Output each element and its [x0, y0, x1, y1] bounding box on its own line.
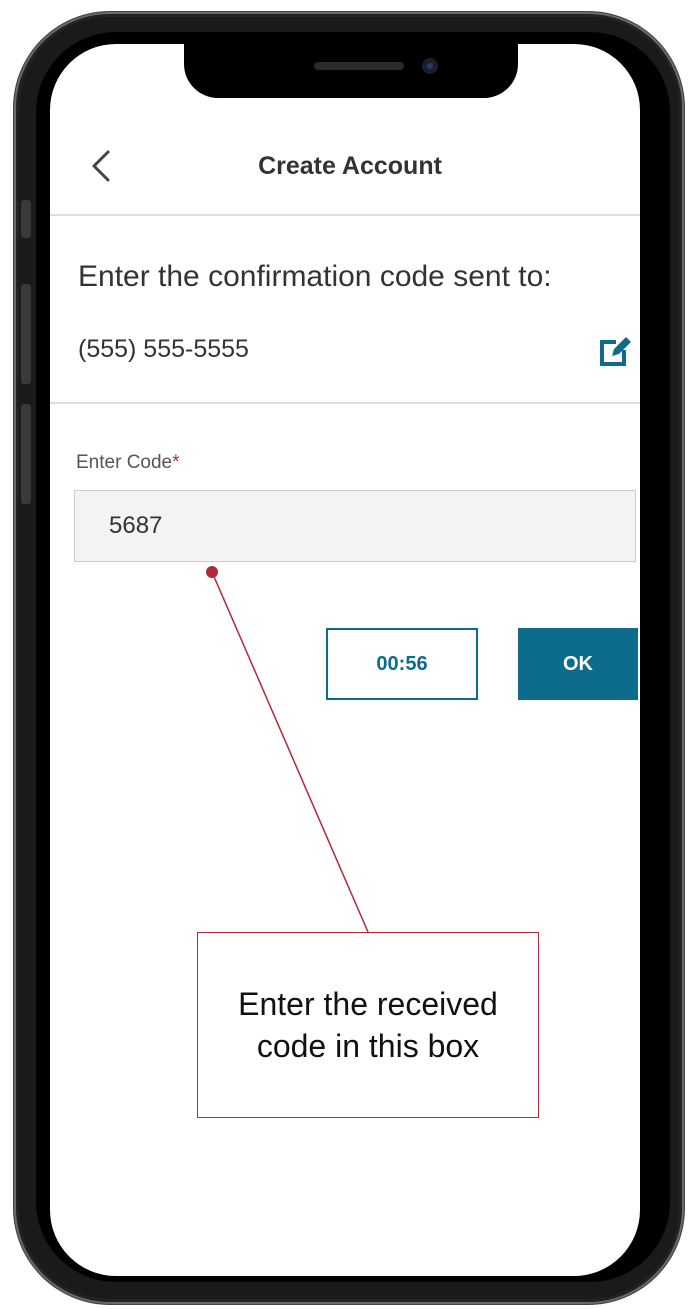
annotation-callout: Enter the received code in this box	[197, 932, 539, 1118]
annotation-dot	[206, 566, 218, 578]
annotation-text: Enter the received code in this box	[238, 986, 498, 1064]
annotation-line	[211, 571, 369, 933]
